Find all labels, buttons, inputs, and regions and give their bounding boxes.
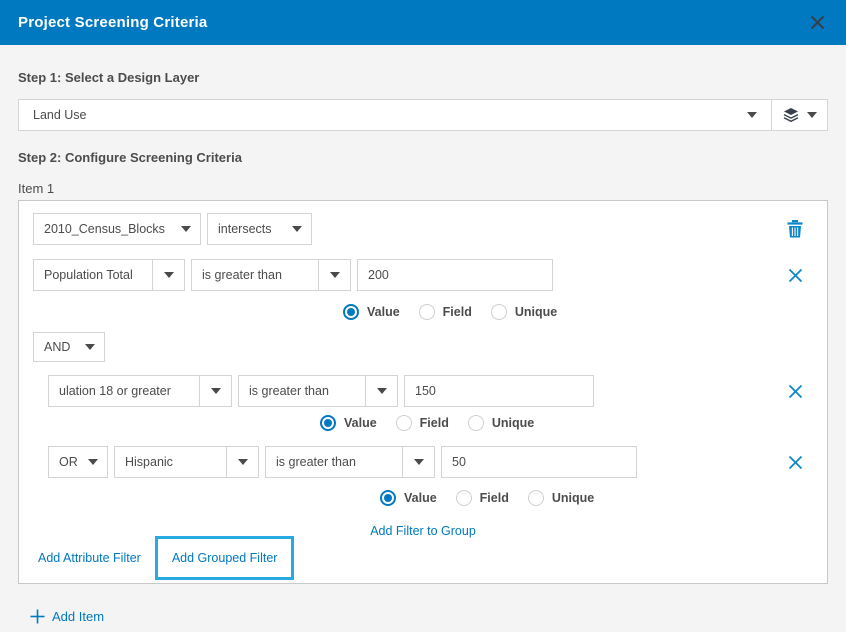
radio-unselected-icon — [491, 304, 507, 320]
add-item-label: Add Item — [52, 609, 104, 624]
chevron-down-icon — [79, 447, 107, 477]
radio-selected-icon — [380, 490, 396, 506]
group-filter2-field-value: Hispanic — [115, 447, 226, 477]
filter-operator-select[interactable]: is greater than — [191, 259, 351, 291]
radio-selected-icon — [320, 415, 336, 431]
group-filter2-logic-value: OR — [49, 447, 79, 477]
layer-options-button[interactable] — [771, 100, 827, 130]
group-filter2-logic-select[interactable]: OR — [48, 446, 108, 478]
dialog-header: Project Screening Criteria — [0, 0, 846, 45]
step1-label: Step 1: Select a Design Layer — [18, 70, 828, 85]
x-icon — [788, 455, 803, 470]
design-layer-bar: Land Use — [18, 99, 828, 131]
radio-selected-icon — [343, 304, 359, 320]
filter-mode-radios: Value Field Unique — [343, 304, 813, 320]
group-filter1-field-value: ulation 18 or greater — [49, 376, 199, 406]
chevron-down-icon — [747, 112, 757, 118]
add-grouped-filter-link[interactable]: Add Grouped Filter — [172, 551, 278, 565]
filter-field-value: Population Total — [34, 260, 152, 290]
chevron-down-icon — [152, 260, 184, 290]
plus-icon — [30, 609, 45, 624]
spatial-operator-value: intersects — [208, 214, 283, 244]
highlight-annotation-box: Add Grouped Filter — [155, 536, 295, 580]
target-layer-value: 2010_Census_Blocks — [34, 214, 172, 244]
design-layer-value: Land Use — [33, 108, 87, 122]
chevron-down-icon — [402, 447, 434, 477]
group-filter1-value-input[interactable] — [404, 375, 594, 407]
step2-label: Step 2: Configure Screening Criteria — [18, 150, 828, 165]
group-filter1-mode-radios: Value Field Unique — [320, 415, 813, 431]
screening-item-card: 2010_Census_Blocks intersects — [18, 200, 828, 584]
radio-value-label: Value — [367, 305, 400, 319]
radio-field-label: Field — [420, 416, 449, 430]
layers-icon — [783, 108, 799, 123]
radio-field[interactable]: Field — [456, 490, 509, 506]
dialog-title: Project Screening Criteria — [18, 14, 207, 31]
radio-unselected-icon — [419, 304, 435, 320]
radio-field-label: Field — [480, 491, 509, 505]
logic-operator-value: AND — [34, 333, 76, 361]
radio-unselected-icon — [396, 415, 412, 431]
chevron-down-icon — [365, 376, 397, 406]
group-filter2-operator-select[interactable]: is greater than — [265, 446, 435, 478]
add-item-button[interactable]: Add Item — [30, 609, 104, 624]
item-label: Item 1 — [18, 181, 828, 196]
filter-value-input[interactable] — [357, 259, 553, 291]
logic-operator-select[interactable]: AND — [33, 332, 105, 362]
radio-unique[interactable]: Unique — [491, 304, 557, 320]
group-filter2-value-input[interactable] — [441, 446, 637, 478]
design-layer-select[interactable]: Land Use — [19, 100, 771, 130]
chevron-down-icon — [199, 376, 231, 406]
target-layer-select[interactable]: 2010_Census_Blocks — [33, 213, 201, 245]
radio-unique-label: Unique — [492, 416, 534, 430]
chevron-down-icon — [76, 333, 104, 361]
group-filter2-mode-radios: Value Field Unique — [380, 490, 813, 506]
delete-item-button[interactable] — [787, 220, 803, 238]
remove-group-filter1-button[interactable] — [788, 384, 803, 399]
radio-unselected-icon — [468, 415, 484, 431]
radio-value-label: Value — [404, 491, 437, 505]
x-icon — [788, 268, 803, 283]
radio-value[interactable]: Value — [380, 490, 437, 506]
x-icon — [788, 384, 803, 399]
group-filter1-field-select[interactable]: ulation 18 or greater — [48, 375, 232, 407]
radio-value[interactable]: Value — [343, 304, 400, 320]
filter-field-select[interactable]: Population Total — [33, 259, 185, 291]
group-filter1-operator-select[interactable]: is greater than — [238, 375, 398, 407]
spatial-operator-select[interactable]: intersects — [207, 213, 312, 245]
radio-value-label: Value — [344, 416, 377, 430]
chevron-down-icon — [807, 112, 817, 118]
radio-field[interactable]: Field — [419, 304, 472, 320]
remove-group-filter2-button[interactable] — [788, 455, 803, 470]
radio-unique[interactable]: Unique — [528, 490, 594, 506]
radio-field-label: Field — [443, 305, 472, 319]
trash-icon — [787, 220, 803, 238]
remove-filter-button[interactable] — [788, 268, 803, 283]
radio-value[interactable]: Value — [320, 415, 377, 431]
radio-unique[interactable]: Unique — [468, 415, 534, 431]
chevron-down-icon — [226, 447, 258, 477]
filter-operator-value: is greater than — [192, 260, 318, 290]
close-button[interactable] — [807, 12, 828, 33]
close-icon — [809, 14, 826, 31]
chevron-down-icon — [172, 214, 200, 244]
radio-field[interactable]: Field — [396, 415, 449, 431]
radio-unselected-icon — [528, 490, 544, 506]
add-attribute-filter-link[interactable]: Add Attribute Filter — [38, 551, 141, 565]
group-filter2-operator-value: is greater than — [266, 447, 402, 477]
radio-unique-label: Unique — [552, 491, 594, 505]
radio-unselected-icon — [456, 490, 472, 506]
chevron-down-icon — [283, 214, 311, 244]
group-filter1-operator-value: is greater than — [239, 376, 365, 406]
group-filter2-field-select[interactable]: Hispanic — [114, 446, 259, 478]
radio-unique-label: Unique — [515, 305, 557, 319]
chevron-down-icon — [318, 260, 350, 290]
